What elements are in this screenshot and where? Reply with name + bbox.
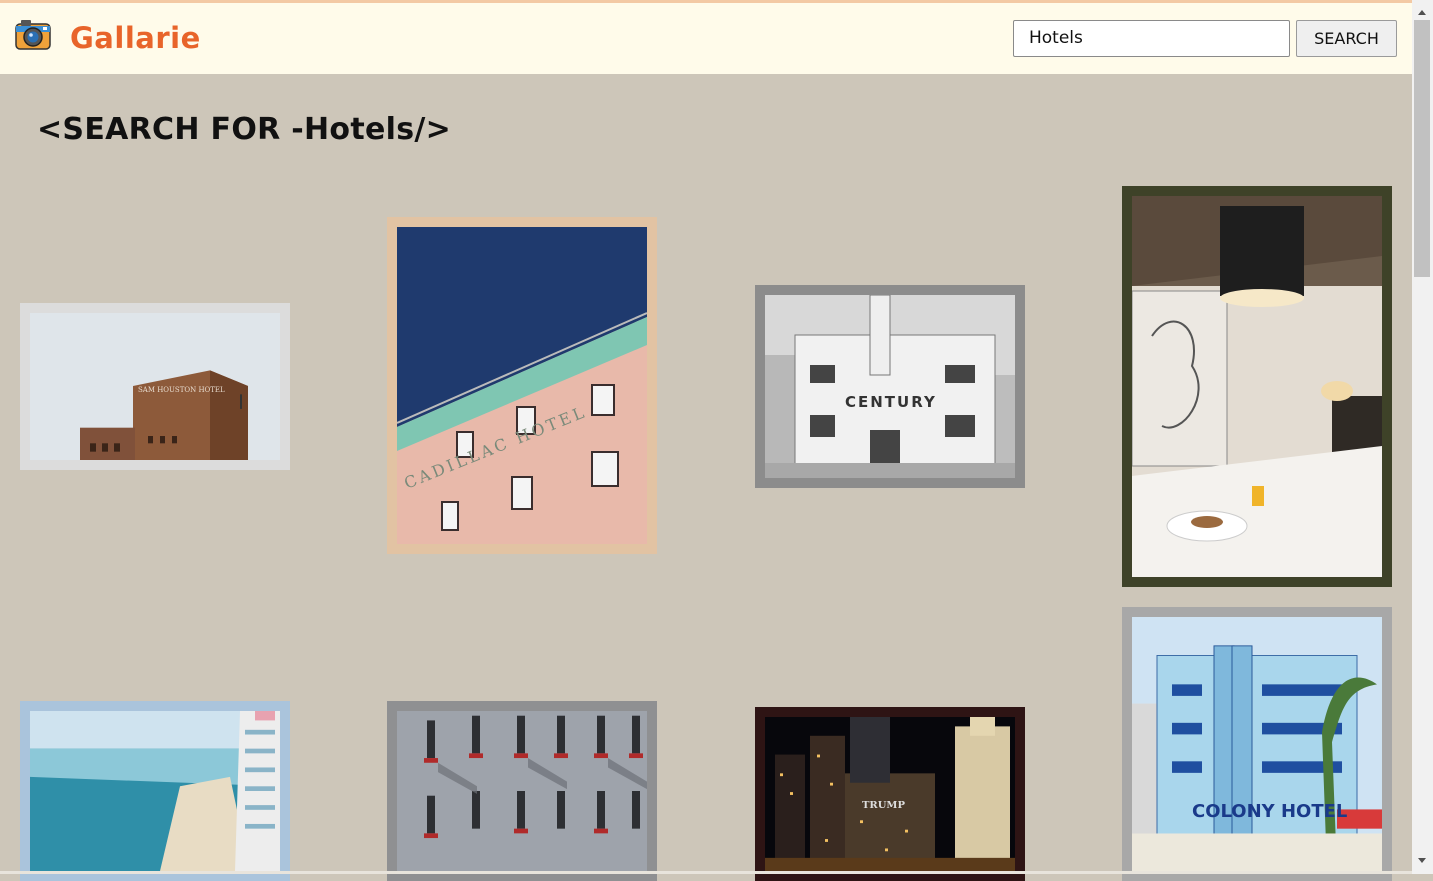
sign-text: TRUMP <box>862 800 906 811</box>
gallery-image-facade-windows[interactable] <box>387 701 657 881</box>
gallery-image-cadillac-hotel[interactable]: CADILLAC HOTEL <box>387 217 657 554</box>
search-input[interactable]: Hotels <box>1013 20 1290 57</box>
gallery-image-trump-hotel-night[interactable]: TRUMP <box>755 707 1025 881</box>
camera-icon[interactable] <box>14 17 52 51</box>
chevron-down-icon[interactable] <box>1415 853 1429 867</box>
gallery-image-sam-houston-hotel[interactable]: SAM HOUSTON HOTEL <box>20 303 290 470</box>
gallery-image-beach-hotel[interactable] <box>20 701 290 881</box>
sign-text: COLONY HOTEL <box>1192 802 1347 822</box>
gallery-image-colony-hotel[interactable]: COLONY HOTEL <box>1122 607 1392 881</box>
sign-text: SAM HOUSTON HOTEL <box>138 385 225 394</box>
app-header: Gallarie Hotels SEARCH <box>0 3 1412 74</box>
sign-text: CENTURY <box>845 393 937 411</box>
chevron-up-icon[interactable] <box>1415 4 1429 18</box>
brand-name[interactable]: Gallarie <box>70 21 201 55</box>
search-results-heading: <SEARCH FOR -Hotels/> <box>37 112 452 147</box>
gallery-image-century-hotel[interactable]: CENTURY <box>755 285 1025 488</box>
scrollbar-thumb[interactable] <box>1414 20 1430 277</box>
search-button[interactable]: SEARCH <box>1296 20 1397 57</box>
gallery-image-hotel-interior[interactable] <box>1122 186 1392 587</box>
